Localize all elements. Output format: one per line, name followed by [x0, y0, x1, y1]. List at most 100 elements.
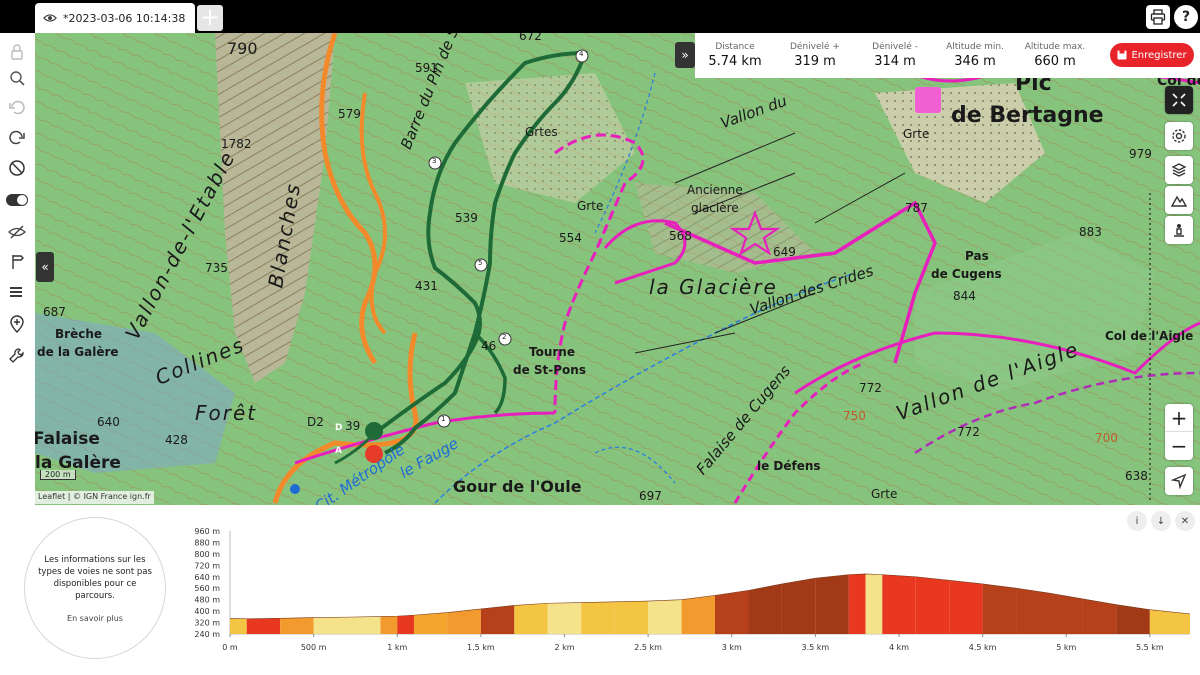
map-label: 735	[205, 261, 228, 275]
stat-label: Dénivelé +	[790, 42, 840, 52]
no-entry-icon	[9, 160, 25, 176]
layers-button[interactable]	[1165, 156, 1193, 184]
map-label: Grte	[903, 127, 930, 141]
left-toolbar	[0, 33, 35, 505]
km-marker[interactable]: 4	[579, 50, 583, 58]
map-label: 579	[338, 107, 361, 121]
elevation-segment	[280, 617, 314, 634]
elevation-segment	[380, 616, 398, 634]
map-label: de St-Pons	[513, 363, 586, 377]
elevation-segment	[413, 612, 448, 634]
no-entry-button[interactable]	[4, 155, 30, 181]
eye-icon	[43, 14, 57, 22]
map-label: Grte	[871, 487, 898, 501]
elevation-segment	[949, 580, 983, 634]
person-pin-icon	[1174, 224, 1184, 237]
y-tick-label: 400 m	[194, 607, 220, 616]
save-button[interactable]: Enregistrer	[1110, 43, 1194, 67]
elevation-segment	[781, 578, 816, 634]
settings-button[interactable]	[1165, 122, 1193, 150]
map-label: 687	[43, 305, 66, 319]
x-tick-label: 2 km	[554, 643, 574, 652]
end-marker[interactable]: A	[335, 446, 342, 456]
map-attribution: Leaflet | © IGN France ign.fr	[35, 491, 154, 504]
map-label: 39	[345, 419, 361, 433]
x-tick-label: 1.5 km	[467, 643, 495, 652]
elevation-segment	[915, 576, 950, 634]
elevation-segment	[581, 601, 615, 634]
map-label: Tourne	[529, 345, 575, 359]
stat-value: 660 m	[1034, 54, 1076, 69]
locate-button[interactable]	[1165, 467, 1193, 495]
km-marker[interactable]: 5	[478, 259, 482, 267]
map-label: 772	[859, 381, 882, 395]
redo-icon	[9, 130, 25, 145]
elevation-segment	[230, 618, 247, 634]
x-tick-label: 4 km	[889, 643, 909, 652]
stat-value: 319 m	[794, 54, 836, 69]
route-stats-panel: Distance 5.74 km Dénivelé + 319 m Dénivelé…	[695, 33, 1200, 78]
elevation-segment	[480, 605, 515, 634]
zoom-out-button[interactable]: −	[1165, 432, 1193, 460]
km-marker[interactable]: 3	[432, 157, 436, 165]
map-label: Pas	[965, 249, 989, 263]
map-label: 46	[481, 339, 497, 353]
elevation-segment	[447, 608, 481, 634]
x-tick-label: 5.5 km	[1136, 643, 1164, 652]
collapse-left-panel-button[interactable]: «	[36, 252, 54, 282]
fullscreen-button[interactable]	[1165, 86, 1193, 114]
help-button[interactable]: ?	[1174, 5, 1198, 29]
zoom-to-route-button[interactable]	[4, 65, 30, 91]
hide-button[interactable]	[4, 219, 30, 245]
zoom-in-button[interactable]: +	[1165, 404, 1193, 432]
printer-icon	[1150, 9, 1166, 25]
stat-value: 314 m	[874, 54, 916, 69]
x-tick-label: 1 km	[387, 643, 407, 652]
stat-label: Altitude min.	[946, 42, 1004, 52]
menu-icon	[10, 287, 22, 297]
menu-button[interactable]	[4, 279, 30, 305]
map-label: 700	[1095, 431, 1118, 445]
learn-more-link[interactable]: En savoir plus	[67, 614, 123, 623]
route-tab[interactable]: *2023-03-06 10:14:38	[35, 3, 195, 33]
zoom-search-icon	[10, 71, 25, 86]
toggle-icon	[6, 194, 28, 206]
y-tick-label: 480 m	[194, 596, 220, 605]
add-poi-button[interactable]	[4, 311, 30, 337]
map-label: Brèche	[55, 327, 102, 341]
map-label: 539	[455, 211, 478, 225]
mountain-icon	[1171, 195, 1187, 207]
elevation-segment	[815, 574, 849, 634]
new-tab-button[interactable]: +	[197, 5, 223, 31]
route-toggle[interactable]	[4, 187, 30, 213]
map-label: de Cugens	[931, 267, 1002, 281]
topo-map[interactable]: 790 672 591 579 1782 Blanches Vallon-de-…	[35, 33, 1200, 505]
save-button-label: Enregistrer	[1131, 49, 1187, 61]
tools-button[interactable]	[4, 343, 30, 369]
map-label: Forêt	[195, 401, 258, 425]
redo-button[interactable]	[4, 125, 30, 151]
lock-icon	[11, 44, 23, 60]
km-marker[interactable]: 2	[502, 333, 506, 341]
elevation-profile-panel: Les informations sur les types de voies …	[0, 505, 1200, 675]
collapse-stats-button[interactable]: »	[675, 42, 695, 68]
street-view-button[interactable]	[1165, 216, 1193, 244]
elevation-segment	[865, 573, 883, 634]
elevation-segment	[982, 583, 1017, 634]
km-marker[interactable]: 1	[441, 415, 445, 423]
elevation-segment	[882, 574, 916, 634]
stat-label: Altitude max.	[1024, 42, 1086, 52]
x-tick-label: 2.5 km	[634, 643, 662, 652]
lock-button[interactable]	[4, 39, 30, 65]
map-label: Falaise	[35, 429, 100, 449]
start-marker[interactable]: D	[335, 423, 342, 433]
map-label: 1782	[221, 137, 252, 151]
wrench-icon	[9, 348, 24, 363]
relief-button[interactable]	[1165, 186, 1193, 214]
x-tick-label: 500 m	[301, 643, 327, 652]
elevation-segment	[715, 590, 749, 634]
undo-button[interactable]	[4, 95, 30, 121]
print-button[interactable]	[1146, 5, 1170, 29]
route-type-button[interactable]	[4, 249, 30, 275]
stat-alt-min: Altitude min. 346 m	[935, 42, 1015, 69]
